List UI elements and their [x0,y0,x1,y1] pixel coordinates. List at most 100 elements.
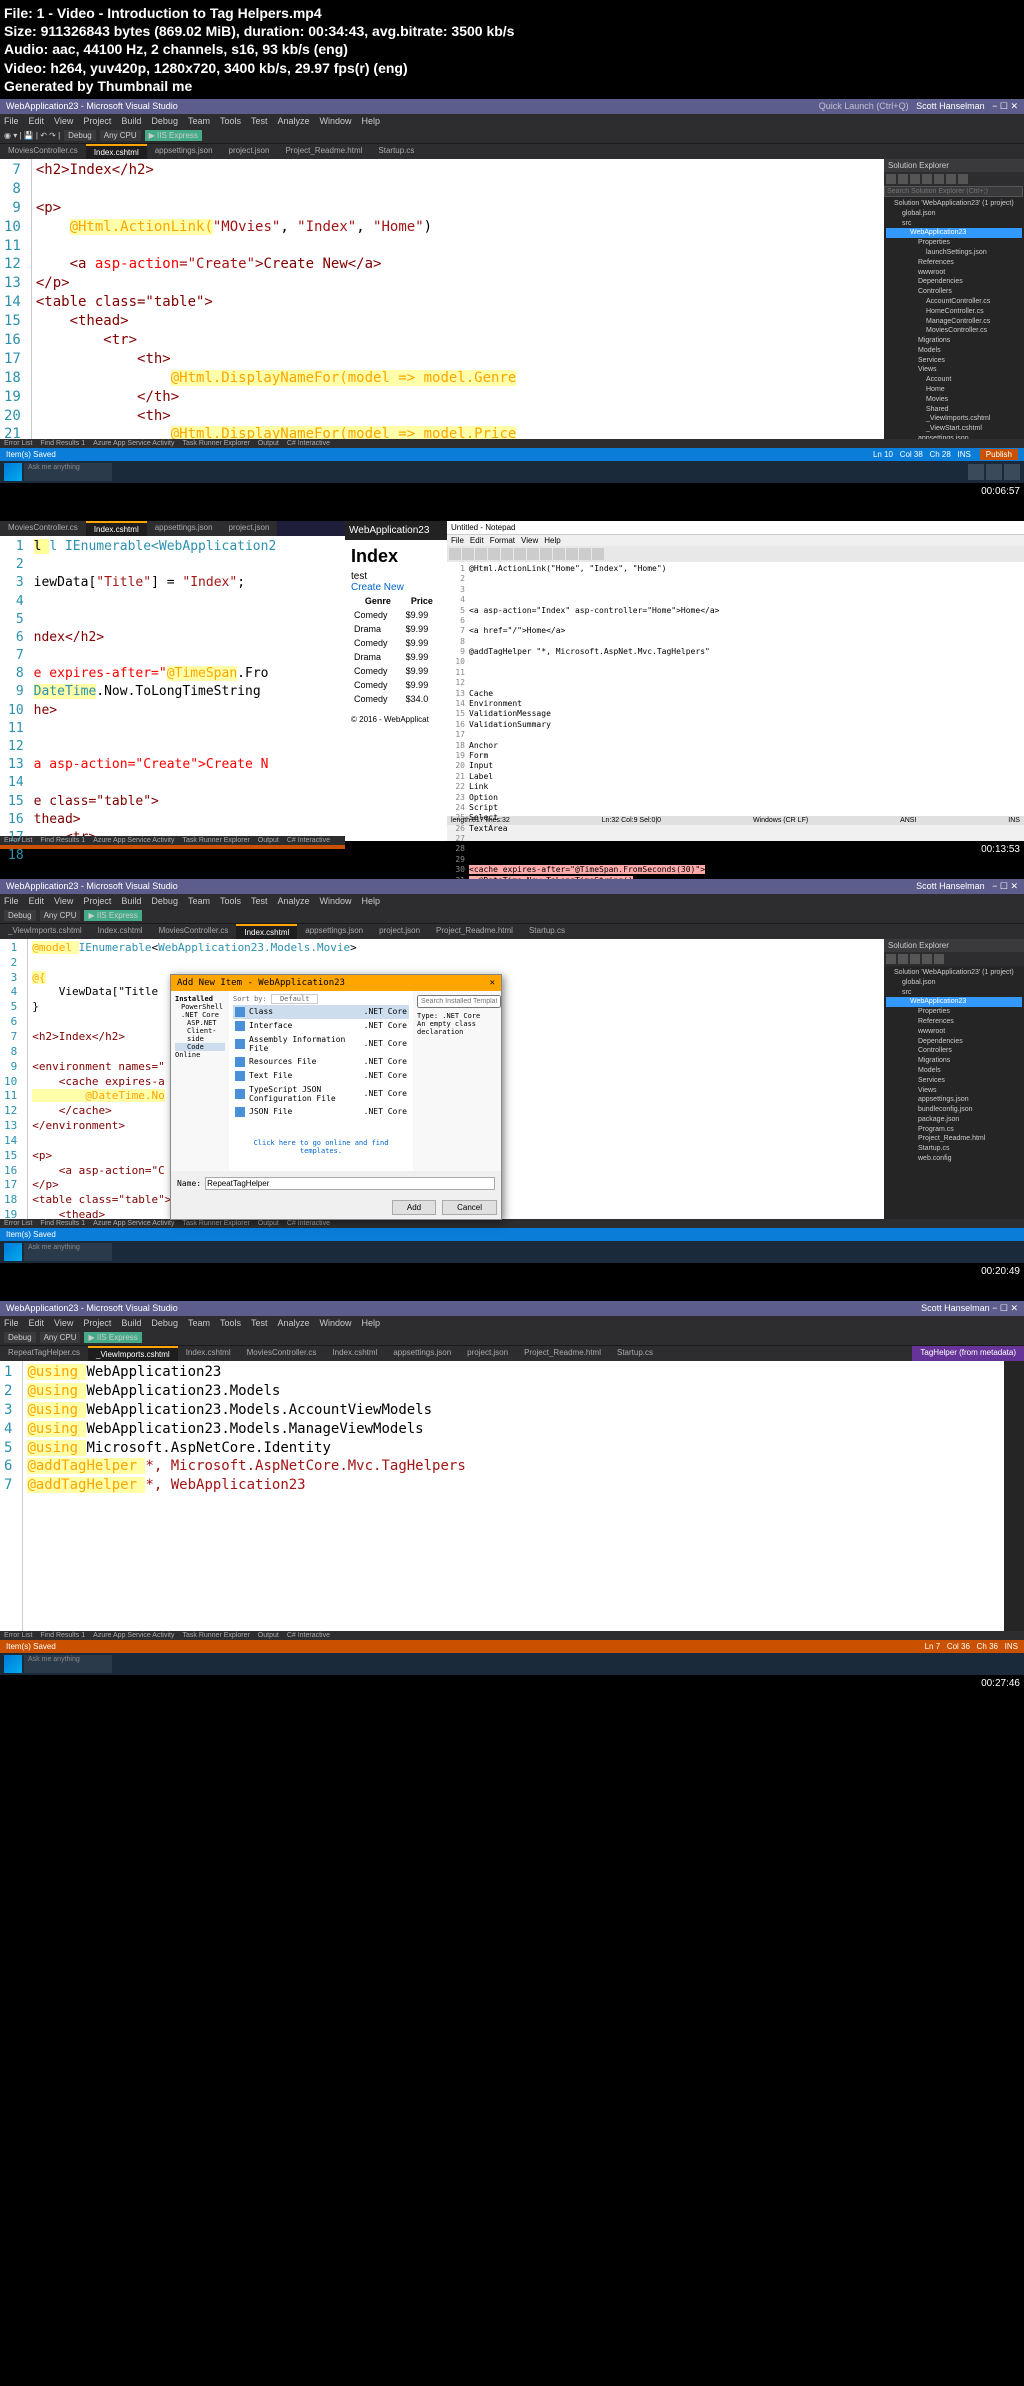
tab-2[interactable]: appsettings.json [147,144,221,159]
code-editor[interactable]: 12345678910111213141516171819202122 @mod… [0,939,884,1219]
item-row[interactable]: JSON File.NET Core [233,1105,409,1119]
bt[interactable]: C# Interactive [287,1632,330,1639]
menu-window[interactable]: Window [320,116,352,126]
bt[interactable]: Azure App Service Activity [93,837,174,844]
bt[interactable]: Output [258,1220,279,1227]
tree-item[interactable]: _ViewImports.cshtml [886,414,1022,424]
t[interactable]: Index.cshtml [178,1346,239,1361]
tree-item[interactable]: Services [886,356,1022,366]
ti[interactable]: wwwroot [886,1027,1022,1037]
ti[interactable]: Migrations [886,1056,1022,1066]
t[interactable]: Index.cshtml [236,924,297,939]
tree-item[interactable]: Properties [886,238,1022,248]
bt[interactable]: C# Interactive [287,837,330,844]
tree-item[interactable]: ManageController.cs [886,317,1022,327]
menu-edit[interactable]: Edit [29,116,45,126]
search-box[interactable]: Ask me anything [24,463,112,481]
m[interactable]: Build [121,896,141,906]
menu-view[interactable]: View [54,116,73,126]
cat[interactable]: PowerShell [175,1003,225,1011]
code-editor[interactable]: 789101112131415161718192021222324 <h2>In… [0,159,884,439]
bt[interactable]: Find Results 1 [40,837,85,844]
taskbar[interactable]: Ask me anything [0,1241,1024,1263]
t[interactable]: appsettings.json [297,924,371,939]
bt[interactable]: Find Results 1 [40,1632,85,1639]
m[interactable]: Tools [220,896,241,906]
cat[interactable]: Online [175,1051,225,1059]
tree-item[interactable]: AccountController.cs [886,297,1022,307]
cancel-button[interactable]: Cancel [442,1200,497,1215]
add-button[interactable]: Add [392,1200,436,1215]
bt[interactable]: Error List [4,440,32,447]
t[interactable]: Startup.cs [521,924,573,939]
m[interactable]: Test [251,896,268,906]
bt[interactable]: Error List [4,837,32,844]
m[interactable]: Debug [151,1318,178,1328]
tree-item[interactable]: wwwroot [886,268,1022,278]
ti[interactable]: bundleconfig.json [886,1105,1022,1115]
m[interactable]: Project [83,1318,111,1328]
tree-item[interactable]: Account [886,375,1022,385]
tree-item[interactable]: HomeController.cs [886,307,1022,317]
bt[interactable]: C# Interactive [287,440,330,447]
menu-help[interactable]: Help [362,116,381,126]
b[interactable]: Any CPU [40,910,81,921]
cat[interactable]: Code [175,1043,225,1051]
tab-3[interactable]: project.json [221,144,278,159]
item-row[interactable]: Resources File.NET Core [233,1055,409,1069]
b[interactable]: Any CPU [40,1332,81,1343]
tree-item[interactable]: Solution 'WebApplication23' (1 project) [886,199,1022,209]
preview-tab[interactable]: TagHelper (from metadata) [912,1346,1024,1361]
t[interactable]: Project_Readme.html [516,1346,609,1361]
t[interactable]: appsettings.json [385,1346,459,1361]
tray-icon[interactable] [986,464,1002,480]
ti[interactable]: Project_Readme.html [886,1134,1022,1144]
ti[interactable]: Views [886,1086,1022,1096]
solution-tree[interactable]: Solution 'WebApplication23' (1 project) … [884,197,1024,439]
m[interactable]: Edit [29,1318,45,1328]
solution-explorer[interactable]: Solution Explorer Solution 'WebApplicati… [884,939,1024,1219]
tree-item[interactable]: Views [886,365,1022,375]
close-icon[interactable]: ✕ [490,978,495,988]
start-button[interactable] [4,1243,22,1261]
name-input[interactable] [205,1177,495,1190]
tab-4[interactable]: Project_Readme.html [277,144,370,159]
config-debug[interactable]: Debug [64,130,96,141]
m[interactable]: View [521,536,538,545]
ti[interactable]: WebApplication23 [886,997,1022,1007]
start[interactable] [4,1655,22,1673]
tree-item[interactable]: WebApplication23 [886,228,1022,238]
tab[interactable]: MoviesController.cs [0,521,86,536]
m[interactable]: Team [188,1318,210,1328]
menu-test[interactable]: Test [251,116,268,126]
m[interactable]: File [4,896,19,906]
m[interactable]: Tools [220,1318,241,1328]
t[interactable]: Index.cshtml [324,1346,385,1361]
tree-item[interactable]: Movies [886,395,1022,405]
bt[interactable]: Azure App Service Activity [93,440,174,447]
create-link[interactable]: Create New [351,582,404,593]
menu-build[interactable]: Build [121,116,141,126]
b[interactable]: Debug [4,1332,36,1343]
m[interactable]: Help [362,1318,381,1328]
tree-item[interactable]: MoviesController.cs [886,326,1022,336]
ti[interactable]: web.config [886,1154,1022,1164]
bt[interactable]: Output [258,440,279,447]
item-row[interactable]: Class.NET Core [233,1005,409,1019]
m[interactable]: Help [362,896,381,906]
m[interactable]: Help [544,536,560,545]
ti[interactable]: Services [886,1076,1022,1086]
menu-debug[interactable]: Debug [151,116,178,126]
tree-item[interactable]: Dependencies [886,277,1022,287]
ti[interactable]: Program.cs [886,1125,1022,1135]
solexp-search[interactable] [884,186,1023,197]
tree-item[interactable]: global.json [886,209,1022,219]
bt[interactable]: Find Results 1 [40,1220,85,1227]
solution-explorer[interactable]: Solution Explorer Solution 'WebApplicati… [884,159,1024,439]
np-menu[interactable]: FileEditFormatViewHelp [447,535,1024,546]
m[interactable]: View [54,896,73,906]
m[interactable]: Analyze [278,896,310,906]
menu-file[interactable]: File [4,116,19,126]
ti[interactable]: appsettings.json [886,1095,1022,1105]
t[interactable]: project.json [371,924,428,939]
